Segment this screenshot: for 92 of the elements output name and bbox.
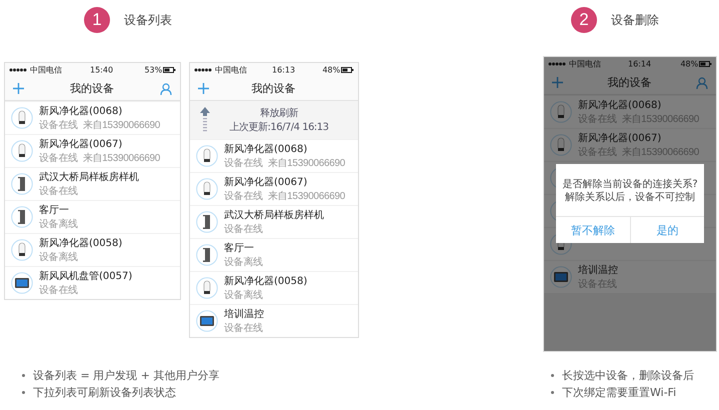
device-icon bbox=[196, 244, 218, 266]
step-title: 设备列表 bbox=[124, 12, 172, 28]
device-status: 设备离线 bbox=[224, 256, 263, 269]
device-status: 设备在线 来自15390066690 bbox=[39, 118, 160, 132]
step-badge: 2 bbox=[571, 7, 597, 33]
device-name: 新风净化器(0068) bbox=[578, 98, 662, 112]
device-status: 设备在线 来自15390066690 bbox=[39, 152, 160, 165]
device-name: 培训温控 bbox=[578, 264, 618, 277]
bullet-icon bbox=[551, 374, 554, 377]
device-status: 设备在线 bbox=[39, 184, 79, 198]
device-name: 客厅一 bbox=[39, 204, 70, 217]
bullet-text: 下拉列表可刷新设备列表状态 bbox=[33, 385, 176, 400]
device-row[interactable]: 客厅一 设备离线 bbox=[5, 201, 180, 233]
battery-percent: 48% bbox=[322, 66, 340, 74]
device-name: 新风净化器(0068) bbox=[39, 104, 124, 118]
device-icon bbox=[550, 134, 572, 156]
add-icon[interactable] bbox=[13, 83, 24, 94]
screen-title: 我的设备 bbox=[70, 81, 114, 96]
carrier-name: 中国电信 bbox=[569, 59, 601, 70]
clock-time: 15:40 bbox=[90, 66, 114, 74]
bullet-icon bbox=[22, 391, 25, 394]
device-name: 培训温控 bbox=[224, 308, 264, 321]
device-row[interactable]: 新风净化器(0058) 设备离线 bbox=[190, 272, 358, 304]
device-name: 新风净化器(0067) bbox=[224, 176, 308, 189]
device-icon bbox=[550, 101, 572, 123]
bullet-text: 设备列表 = 用户发现 + 其他用户分享 bbox=[33, 368, 220, 383]
device-icon bbox=[196, 178, 218, 200]
device-icon bbox=[11, 107, 33, 129]
signal-icon bbox=[9, 68, 27, 72]
device-row[interactable]: 新风净化器(0068) 设备在线 来自15390066690 bbox=[5, 102, 180, 134]
device-row[interactable]: 新风净化器(0067) 设备在线 来自15390066690 bbox=[5, 135, 180, 167]
device-row[interactable]: 培训温控 设备在线 bbox=[190, 305, 358, 337]
device-status: 设备在线 bbox=[224, 222, 264, 236]
bullet-text: 长按选中设备，删除设备后 bbox=[562, 368, 694, 383]
device-icon bbox=[196, 145, 218, 167]
device-status: 设备离线 bbox=[39, 250, 79, 264]
step-title: 设备删除 bbox=[611, 12, 659, 28]
device-status: 设备离线 bbox=[224, 288, 264, 302]
step-badge: 1 bbox=[84, 7, 110, 33]
signal-icon bbox=[194, 68, 212, 72]
device-icon bbox=[196, 277, 218, 299]
bullet-text: 下次绑定需要重置Wi-Fi bbox=[562, 385, 676, 400]
device-icon bbox=[11, 272, 33, 294]
device-name: 武汉大桥局样板房样机 bbox=[39, 170, 139, 184]
device-icon bbox=[196, 211, 218, 233]
battery-icon bbox=[699, 61, 712, 67]
device-name: 新风净化器(0058) bbox=[224, 274, 308, 288]
device-row[interactable]: 新风风机盘管(0057) 设备在线 bbox=[5, 267, 180, 299]
battery-icon bbox=[341, 67, 354, 73]
signal-icon bbox=[548, 62, 566, 66]
pull-arrow-icon bbox=[200, 107, 210, 133]
last-updated: 上次更新:16/7/4 16:13 bbox=[229, 120, 329, 134]
device-name: 新风净化器(0068) bbox=[224, 142, 308, 156]
device-icon bbox=[196, 310, 218, 332]
clock-time: 16:14 bbox=[628, 60, 652, 68]
battery-percent: 48% bbox=[680, 60, 698, 68]
bullet-icon bbox=[22, 374, 25, 377]
add-icon[interactable] bbox=[198, 83, 209, 94]
device-name: 新风净化器(0058) bbox=[39, 236, 122, 250]
device-status: 设备在线 bbox=[224, 322, 264, 335]
screen-title: 我的设备 bbox=[608, 75, 652, 90]
device-name: 新风净化器(0067) bbox=[39, 138, 124, 151]
battery-icon bbox=[163, 67, 176, 73]
clock-time: 16:13 bbox=[272, 66, 296, 74]
device-icon bbox=[11, 239, 33, 261]
device-status: 设备在线 来自15390066690 bbox=[224, 190, 346, 203]
device-row[interactable]: 客厅一 设备离线 bbox=[190, 239, 358, 271]
device-status: 设备离线 bbox=[39, 218, 78, 231]
device-icon bbox=[11, 206, 33, 228]
device-status: 设备在线 来自15390066690 bbox=[224, 156, 346, 170]
refresh-label: 释放刷新 bbox=[260, 106, 298, 120]
device-status: 设备在线 bbox=[39, 284, 79, 297]
device-name: 新风风机盘管(0057) bbox=[39, 270, 132, 283]
device-row[interactable]: 新风净化器(0058) 设备离线 bbox=[5, 234, 180, 266]
device-icon bbox=[11, 140, 33, 162]
device-name: 新风净化器(0067) bbox=[578, 132, 662, 145]
device-row[interactable]: 武汉大桥局样板房样机 设备在线 bbox=[5, 168, 180, 200]
device-name: 武汉大桥局样板房样机 bbox=[224, 208, 324, 222]
add-icon[interactable] bbox=[552, 77, 563, 88]
device-name: 客厅一 bbox=[224, 242, 255, 255]
device-row[interactable]: 武汉大桥局样板房样机 设备在线 bbox=[190, 206, 358, 238]
battery-percent: 53% bbox=[144, 66, 162, 74]
user-icon[interactable] bbox=[160, 82, 172, 94]
carrier-name: 中国电信 bbox=[215, 65, 247, 76]
screen-title: 我的设备 bbox=[252, 81, 296, 96]
user-icon[interactable] bbox=[696, 76, 708, 88]
device-icon bbox=[550, 266, 572, 288]
device-icon bbox=[11, 173, 33, 195]
carrier-name: 中国电信 bbox=[30, 65, 62, 76]
device-row[interactable]: 新风净化器(0068) 设备在线 来自15390066690 bbox=[190, 140, 358, 172]
bullet-icon bbox=[551, 391, 554, 394]
device-row[interactable]: 新风净化器(0067) 设备在线 来自15390066690 bbox=[190, 173, 358, 205]
